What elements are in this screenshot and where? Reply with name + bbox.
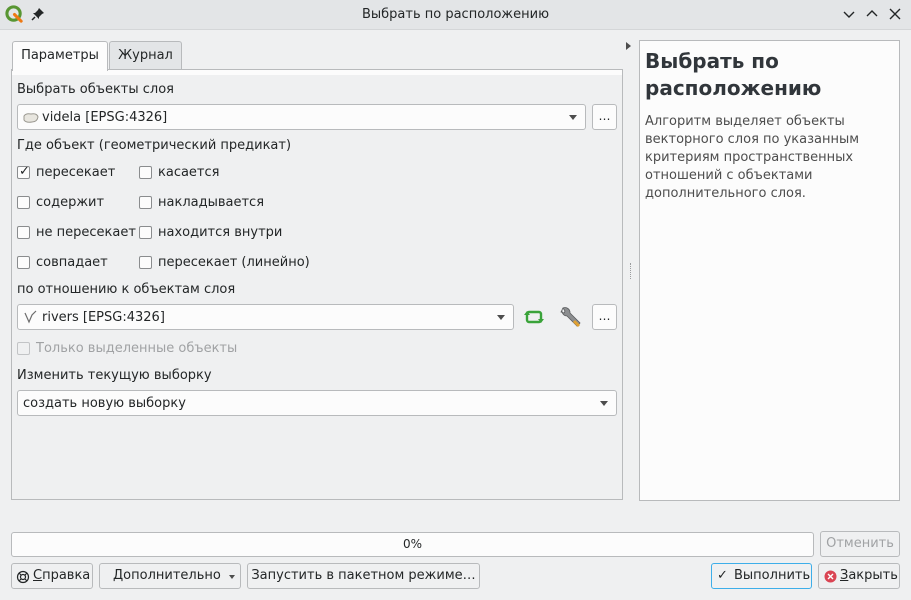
maximize-icon[interactable] xyxy=(865,7,879,21)
polygon-layer-icon xyxy=(23,113,39,123)
predicate-equals-checkbox[interactable] xyxy=(17,256,30,269)
iterate-features-icon[interactable] xyxy=(522,305,547,329)
batch-process-button[interactable]: Запустить в пакетном режиме… xyxy=(247,563,480,589)
modify-selection-combo[interactable]: создать новую выборку xyxy=(17,390,617,416)
run-button[interactable]: ✓ Выполнить xyxy=(711,563,812,589)
tab-log[interactable]: Журнал xyxy=(109,41,182,69)
collapse-arrow-icon[interactable] xyxy=(626,42,631,50)
chevron-down-icon xyxy=(497,315,505,320)
chevron-down-icon xyxy=(569,115,577,120)
compare-layer-browse-button[interactable]: … xyxy=(592,304,617,330)
predicate-equals-label[interactable]: совпадает xyxy=(36,255,108,270)
selected-only-checkbox[interactable] xyxy=(17,342,30,355)
select-layer-value: videla [EPSG:4326] xyxy=(42,110,168,125)
line-layer-icon xyxy=(24,310,37,324)
predicate-disjoint-checkbox[interactable] xyxy=(17,226,30,239)
advanced-button-label: Дополнительно xyxy=(113,568,221,583)
progress-text: 0% xyxy=(402,537,423,551)
modify-selection-label: Изменить текущую выборку xyxy=(17,368,212,383)
help-button-mnemonic: С xyxy=(33,568,43,583)
predicate-overlaps-label[interactable]: накладывается xyxy=(158,195,264,210)
select-layer-combo[interactable]: videla [EPSG:4326] xyxy=(17,104,586,130)
cancel-button[interactable]: Отменить xyxy=(820,531,900,557)
close-button[interactable]: Закрыть xyxy=(818,563,900,589)
predicate-within-label[interactable]: находится внутри xyxy=(158,225,282,240)
predicate-intersects-label[interactable]: пересекает xyxy=(36,165,115,180)
minimize-icon[interactable] xyxy=(842,7,856,21)
splitter-handle[interactable] xyxy=(630,263,632,279)
advanced-button[interactable]: Дополнительно xyxy=(99,563,241,589)
wrench-icon[interactable] xyxy=(558,305,583,329)
window-title: Выбрать по расположению xyxy=(361,7,550,22)
help-panel: Выбрать по расположению Алгоритм выделяе… xyxy=(639,40,900,501)
predicate-touches-label[interactable]: касается xyxy=(158,165,219,180)
predicate-overlaps-checkbox[interactable] xyxy=(139,196,152,209)
close-button-label: акрыть xyxy=(848,568,898,583)
predicate-touches-checkbox[interactable] xyxy=(139,166,152,179)
predicate-within-checkbox[interactable] xyxy=(139,226,152,239)
progress-bar: 0% xyxy=(11,532,814,557)
checkmark-icon: ✓ xyxy=(19,164,30,179)
modify-selection-value: создать новую выборку xyxy=(23,396,186,411)
chevron-down-icon xyxy=(229,575,235,579)
predicate-crosses-label[interactable]: пересекает (линейно) xyxy=(158,255,310,270)
compare-layer-combo[interactable]: rivers [EPSG:4326] xyxy=(17,304,514,330)
lifebuoy-icon xyxy=(16,570,30,584)
help-button[interactable]: Справка xyxy=(11,563,93,589)
predicate-contains-label[interactable]: содержит xyxy=(36,195,104,210)
select-layer-browse-button[interactable]: … xyxy=(592,104,617,130)
help-title: Выбрать по расположению xyxy=(645,49,822,100)
help-button-label: правка xyxy=(42,568,91,583)
predicate-intersects-checkbox[interactable]: ✓ xyxy=(17,164,30,179)
select-layer-label: Выбрать объекты слоя xyxy=(17,82,174,97)
predicate-contains-checkbox[interactable] xyxy=(17,196,30,209)
help-body: Алгоритм выделяет объекты векторного сло… xyxy=(645,114,860,201)
selected-only-label[interactable]: Только выделенные объекты xyxy=(36,341,237,356)
compare-layer-label: по отношению к объектам слоя xyxy=(17,282,236,297)
predicate-crosses-checkbox[interactable] xyxy=(139,256,152,269)
checkmark-icon: ✓ xyxy=(717,568,728,583)
compare-layer-value: rivers [EPSG:4326] xyxy=(42,310,165,325)
close-circle-icon xyxy=(824,570,837,583)
predicate-label: Где объект (геометрический предикат) xyxy=(17,138,292,153)
close-window-icon[interactable] xyxy=(888,7,902,21)
run-button-label: Выполнить xyxy=(734,568,811,583)
predicate-disjoint-label[interactable]: не пересекает xyxy=(36,225,136,240)
title-bar[interactable]: Выбрать по расположению xyxy=(0,0,911,30)
chevron-down-icon xyxy=(600,401,608,406)
tab-parameters[interactable]: Параметры xyxy=(12,41,108,71)
